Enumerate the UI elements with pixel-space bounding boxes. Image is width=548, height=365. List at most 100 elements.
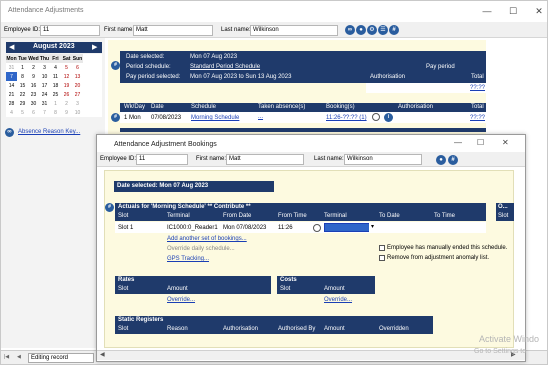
info-icon[interactable]: i [384, 113, 393, 122]
calendar-day[interactable]: 24 [39, 90, 50, 99]
calendar-day[interactable]: 31 [39, 99, 50, 108]
calendar-day[interactable]: 18 [50, 81, 61, 90]
window-title: Attendance Adjustments [8, 7, 84, 14]
calendar-day[interactable]: 20 [72, 81, 83, 90]
calendar-day[interactable]: 11 [50, 72, 61, 81]
calendar-day[interactable]: 7 [39, 108, 50, 117]
add-bookings-link[interactable]: Add another set of bookings... [167, 234, 247, 244]
calendar-day[interactable]: 5 [61, 63, 72, 72]
chevron-down-icon[interactable]: ▾ [369, 223, 376, 232]
dialog-title: Attendance Adjustment Bookings [114, 141, 217, 148]
dialog-last-name-field[interactable]: Wilkinson [344, 154, 422, 165]
list-icon[interactable]: ☰ [378, 25, 388, 35]
nav-first-button[interactable]: |◀ [4, 354, 9, 360]
calendar-day[interactable]: 31 [6, 63, 17, 72]
actuals-clock-icon[interactable] [313, 224, 321, 232]
calendar-day[interactable]: 8 [17, 72, 28, 81]
date-selected-label: Date selected: [126, 54, 165, 60]
static-col-amount: Amount [324, 326, 345, 332]
tag-icon[interactable]: # [389, 25, 399, 35]
col-authorisation: Authorisation [398, 104, 434, 110]
last-name-field[interactable]: Wilkinson [250, 25, 338, 36]
gps-tracking-link[interactable]: GPS Tracking... [167, 254, 209, 264]
calendar-day[interactable]: 3 [39, 63, 50, 72]
employee-id-field[interactable]: 11 [40, 25, 100, 36]
calendar-day[interactable]: 29 [17, 99, 28, 108]
calendar-weekday: Tue [17, 54, 28, 63]
dialog-employee-id-field[interactable]: 11 [136, 154, 188, 165]
gear-icon[interactable]: ⚙ [367, 25, 377, 35]
dialog-tag-icon[interactable]: # [448, 155, 458, 165]
calendar-day[interactable]: 10 [72, 108, 83, 117]
calendar-day[interactable]: 28 [6, 99, 17, 108]
calendar-day[interactable]: 26 [61, 90, 72, 99]
calendar-day[interactable]: 25 [50, 90, 61, 99]
date-selected-value: Mon 07 Aug 2023 [190, 54, 238, 60]
row-absence-link[interactable]: ... [258, 112, 263, 122]
calendar-day[interactable]: 12 [61, 72, 72, 81]
calendar-day[interactable]: 21 [6, 90, 17, 99]
link-icon[interactable]: ∞ [345, 25, 355, 35]
calendar-day[interactable]: 13 [72, 72, 83, 81]
calendar-day[interactable]: 17 [39, 81, 50, 90]
calendar-day[interactable]: 8 [50, 108, 61, 117]
last-name-label: Last name: [221, 27, 251, 33]
anomaly-checkbox[interactable] [379, 255, 385, 261]
close-button[interactable]: ✕ [524, 0, 548, 22]
scroll-left-arrow[interactable]: ◀ [100, 350, 105, 360]
summary-total-value[interactable]: ??:?? [470, 83, 485, 93]
calendar-day[interactable]: 2 [28, 63, 39, 72]
actuals-col-slot: Slot [118, 213, 129, 219]
calendar-day[interactable]: 4 [6, 108, 17, 117]
calendar-day[interactable]: 15 [17, 81, 28, 90]
person-icon[interactable]: ● [356, 25, 366, 35]
calendar-prev-button[interactable]: ◀ [9, 43, 14, 51]
row-bookings-link[interactable]: 11:26-??:?? (1) [326, 113, 367, 123]
nav-prev-button[interactable]: ◀ [17, 354, 21, 360]
calendar-day-selected[interactable]: 7 [6, 72, 17, 81]
calendar-day[interactable]: 1 [50, 99, 61, 108]
manual-end-checkbox[interactable] [379, 245, 385, 251]
calendar-day[interactable]: 3 [72, 99, 83, 108]
dialog-minimize-button[interactable]: — [454, 138, 462, 147]
clock-icon[interactable] [372, 113, 380, 121]
dialog-scrollbar[interactable] [97, 350, 525, 360]
calendar-day[interactable]: 19 [61, 81, 72, 90]
dialog-close-button[interactable]: ✕ [502, 138, 509, 147]
actuals-col-from-time: From Time [278, 213, 307, 219]
calendar-day[interactable]: 22 [17, 90, 28, 99]
calendar-day[interactable]: 2 [61, 99, 72, 108]
row-total-link[interactable]: ??:?? [470, 113, 485, 123]
dialog-maximize-button[interactable]: ☐ [477, 138, 484, 147]
col-date: Date [151, 104, 164, 110]
first-name-field[interactable]: Matt [133, 25, 213, 36]
costs-override-link[interactable]: Override... [324, 295, 352, 305]
actuals-slot: Slot 1 [118, 225, 134, 231]
calendar-day[interactable]: 6 [72, 63, 83, 72]
calendar-next-button[interactable]: ▶ [92, 43, 97, 51]
dialog-first-name-label: First name: [196, 156, 227, 162]
calendar-day[interactable]: 16 [28, 81, 39, 90]
calendar-day[interactable]: 9 [61, 108, 72, 117]
row-schedule-link[interactable]: Morning Schedule [191, 113, 239, 123]
calendar-day[interactable]: 9 [28, 72, 39, 81]
calendar-day[interactable]: 30 [28, 99, 39, 108]
calendar-day[interactable]: 10 [39, 72, 50, 81]
absence-reason-key-link[interactable]: Absence Reason Key... [18, 129, 80, 135]
rates-override-link[interactable]: Override... [167, 295, 195, 305]
calendar-day[interactable]: 27 [72, 90, 83, 99]
calendar-day[interactable]: 6 [28, 108, 39, 117]
dialog-person-icon[interactable]: ● [436, 155, 446, 165]
summary-total-row [366, 83, 486, 93]
period-schedule-link[interactable]: Standard Period Schedule [190, 62, 260, 72]
dialog-first-name-field[interactable]: Matt [226, 154, 304, 165]
calendar-weekday: Thu [39, 54, 50, 63]
col-taken-absence: Taken absence(s) [258, 104, 306, 110]
calendar-day[interactable]: 23 [28, 90, 39, 99]
absence-key-icon: ∞ [5, 128, 14, 137]
calendar-day[interactable]: 4 [50, 63, 61, 72]
calendar-day[interactable]: 14 [6, 81, 17, 90]
col-schedule: Schedule [191, 104, 217, 110]
calendar-day[interactable]: 1 [17, 63, 28, 72]
calendar-day[interactable]: 5 [17, 108, 28, 117]
